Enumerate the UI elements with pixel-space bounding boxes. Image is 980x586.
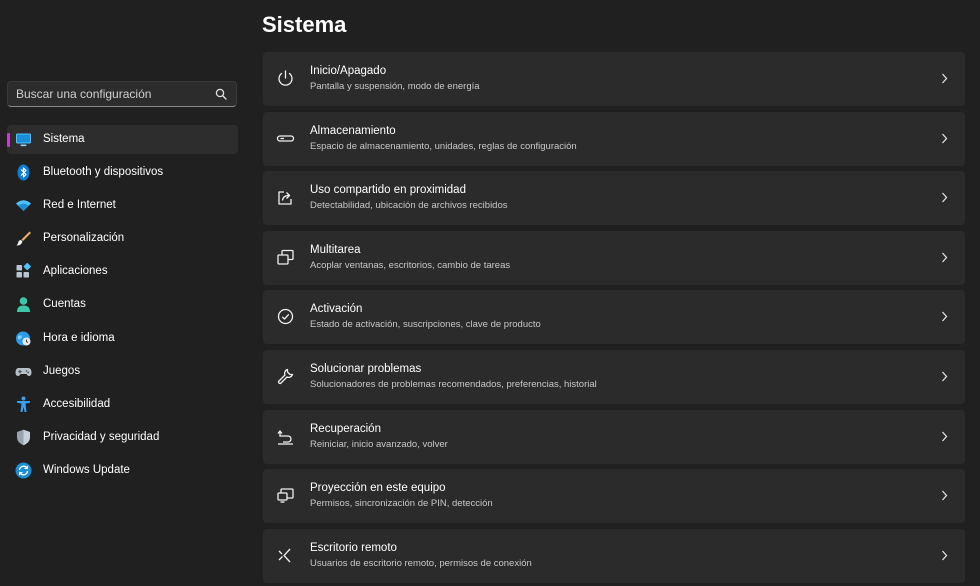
sidebar-item-sistema[interactable]: Sistema <box>7 125 238 154</box>
card-activacion[interactable]: Activación Estado de activación, suscrip… <box>263 290 965 345</box>
sidebar-item-label: Windows Update <box>43 463 130 476</box>
card-title: Uso compartido en proximidad <box>310 184 466 197</box>
monitor-icon <box>16 133 31 147</box>
card-escritorio-remoto[interactable]: Escritorio remoto Usuarios de escritorio… <box>263 528 965 583</box>
card-description: Reiniciar, inicio avanzado, volver <box>310 438 448 450</box>
settings-window: Sistema Bluetooth y dispositivos Red e I… <box>0 0 980 586</box>
globe-clock-icon <box>16 331 31 346</box>
sidebar-item-label: Hora e idioma <box>43 331 115 344</box>
gamepad-icon <box>15 367 32 376</box>
card-almacenamiento[interactable]: Almacenamiento Espacio de almacenamiento… <box>263 111 965 166</box>
chevron-right-icon <box>942 73 948 84</box>
card-title: Recuperación <box>310 422 381 435</box>
sidebar-item-label: Accesibilidad <box>43 397 111 410</box>
search-icon[interactable] <box>215 88 227 100</box>
sidebar-item-windows-update[interactable]: Windows Update <box>7 456 238 485</box>
card-title: Escritorio remoto <box>310 541 397 554</box>
card-title: Proyección en este equipo <box>310 482 446 495</box>
card-description: Acoplar ventanas, escritorios, cambio de… <box>310 259 511 271</box>
recovery-icon <box>277 429 293 445</box>
sidebar-item-label: Red e Internet <box>43 199 116 212</box>
accessibility-icon <box>17 396 30 412</box>
card-description: Detectabilidad, ubicación de archivos re… <box>310 200 508 212</box>
apps-icon <box>16 263 31 278</box>
sidebar-item-aplicaciones[interactable]: Aplicaciones <box>7 257 238 286</box>
card-uso-compartido[interactable]: Uso compartido en proximidad Detectabili… <box>263 171 965 226</box>
wrench-icon <box>277 368 294 385</box>
sidebar-item-red-internet[interactable]: Red e Internet <box>7 191 238 220</box>
card-description: Espacio de almacenamiento, unidades, reg… <box>310 140 577 152</box>
card-solucionar-problemas[interactable]: Solucionar problemas Solucionadores de p… <box>263 349 965 404</box>
card-description: Pantalla y suspensión, modo de energía <box>310 81 480 92</box>
card-multitarea[interactable]: Multitarea Acoplar ventanas, escritorios… <box>263 230 965 285</box>
sidebar-item-personalizacion[interactable]: Personalización <box>7 224 238 253</box>
chevron-right-icon <box>942 133 948 144</box>
shield-icon <box>17 429 30 446</box>
check-circle-icon <box>277 309 294 325</box>
sidebar-item-juegos[interactable]: Juegos <box>7 357 238 386</box>
card-description: Solucionadores de problemas recomendados… <box>310 378 597 390</box>
sidebar-item-hora-idioma[interactable]: Hora e idioma <box>7 324 238 353</box>
multitask-icon <box>277 249 294 265</box>
sidebar-item-label: Bluetooth y dispositivos <box>43 166 164 179</box>
storage-icon <box>276 134 295 142</box>
sidebar-nav: Sistema Bluetooth y dispositivos Red e I… <box>7 125 238 489</box>
card-title: Solucionar problemas <box>310 362 422 375</box>
projection-icon <box>277 488 294 503</box>
card-title: Inicio/Apagado <box>310 65 387 77</box>
sidebar-item-label: Juegos <box>43 364 81 377</box>
sidebar-item-label: Privacidad y seguridad <box>43 430 160 443</box>
sidebar-item-label: Aplicaciones <box>43 265 108 278</box>
chevron-right-icon <box>942 192 948 203</box>
update-icon <box>15 462 32 479</box>
sidebar-item-accesibilidad[interactable]: Accesibilidad <box>7 390 238 419</box>
card-description: Estado de activación, suscripciones, cla… <box>310 319 541 331</box>
sidebar-item-label: Cuentas <box>43 298 86 311</box>
person-icon <box>17 297 30 313</box>
bluetooth-icon <box>17 164 30 181</box>
chevron-right-icon <box>942 490 948 501</box>
chevron-right-icon <box>942 550 948 561</box>
card-recuperacion[interactable]: Recuperación Reiniciar, inicio avanzado,… <box>263 409 965 464</box>
card-title: Almacenamiento <box>310 124 396 137</box>
chevron-right-icon <box>942 311 948 322</box>
search-input[interactable] <box>16 85 206 103</box>
settings-list: Inicio/Apagado Pantalla y suspensión, mo… <box>263 52 965 586</box>
wifi-icon <box>16 200 31 212</box>
card-inicio-apagado[interactable]: Inicio/Apagado Pantalla y suspensión, mo… <box>263 52 965 106</box>
chevron-right-icon <box>942 252 948 263</box>
card-description: Permisos, sincronización de PIN, detecci… <box>310 498 493 510</box>
page-title: Sistema <box>262 12 347 37</box>
share-icon <box>278 191 292 205</box>
card-proyeccion[interactable]: Proyección en este equipo Permisos, sinc… <box>263 469 965 524</box>
card-description: Usuarios de escritorio remoto, permisos … <box>310 557 532 569</box>
sidebar-item-label: Sistema <box>43 133 85 145</box>
sidebar-item-privacidad[interactable]: Privacidad y seguridad <box>7 423 238 452</box>
search-box[interactable] <box>7 81 237 107</box>
chevron-right-icon <box>942 371 948 382</box>
power-icon <box>278 70 293 86</box>
sidebar-item-cuentas[interactable]: Cuentas <box>7 290 238 319</box>
brush-icon <box>16 231 31 246</box>
remote-desktop-icon <box>278 548 291 563</box>
chevron-right-icon <box>942 431 948 441</box>
sidebar-item-label: Personalización <box>43 232 125 245</box>
card-title: Activación <box>310 303 363 316</box>
card-title: Multitarea <box>310 243 361 256</box>
sidebar-item-bluetooth[interactable]: Bluetooth y dispositivos <box>7 158 238 187</box>
sidebar: Sistema Bluetooth y dispositivos Red e I… <box>0 0 248 586</box>
